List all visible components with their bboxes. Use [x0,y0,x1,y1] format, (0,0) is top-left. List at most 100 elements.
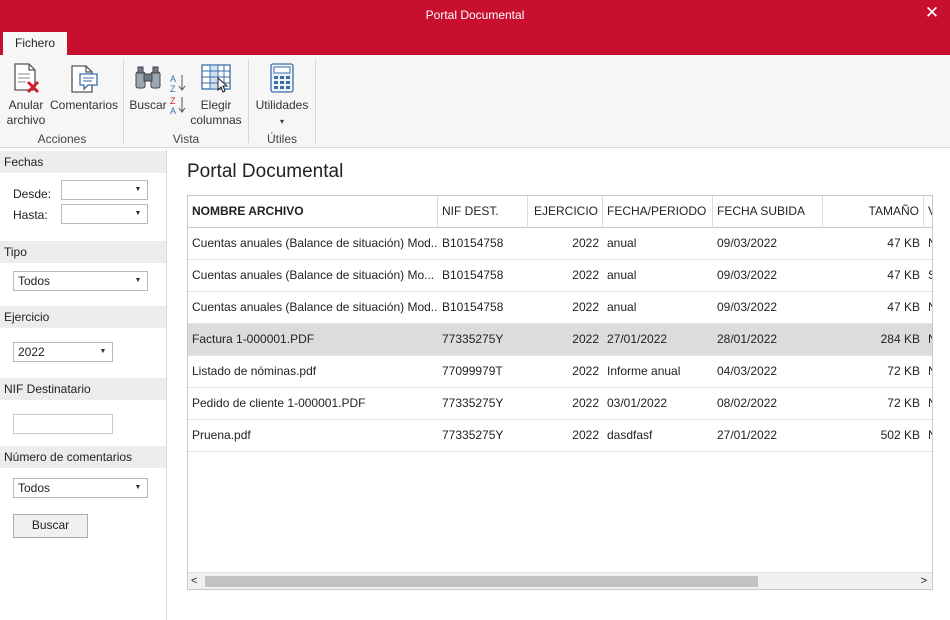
comentarios-button[interactable]: Comentarios [50,59,118,113]
binoculars-icon [135,66,161,89]
cell-v: N [924,292,932,323]
buscar-label: Buscar [129,98,167,112]
anular-archivo-button[interactable]: Anular archivo [4,59,48,128]
choose-columns-icon [201,64,231,93]
cell-fecha-periodo: anual [607,236,637,250]
table-row[interactable]: Listado de nóminas.pdf 77099979T 2022 In… [188,356,932,388]
hasta-date-picker[interactable]: ▼ [61,204,148,224]
column-header-v[interactable]: V [924,196,932,228]
cell-nif: 77335275Y [442,396,504,410]
cell-ejercicio: 2022 [572,300,599,314]
cell-nombre: Factura 1-000001.PDF [192,332,315,346]
window-title: Portal Documental [425,8,525,22]
cell-tamano: 47 KB [887,268,920,282]
cell-tamano: 284 KB [880,332,920,346]
chevron-down-icon[interactable]: ▼ [129,272,147,290]
tipo-value: Todos [18,274,51,288]
cell-nif: 77335275Y [442,428,504,442]
table-row[interactable]: Pruena.pdf 77335275Y 2022 dasdfasf 27/01… [188,420,932,452]
cell-nif: B10154758 [442,268,504,282]
elegir-label-2: columnas [190,113,242,127]
tipo-header: Tipo [0,241,166,263]
anular-label-1: Anular [8,98,44,112]
cancel-document-icon [14,63,40,94]
cell-fecha-subida: 09/03/2022 [717,236,778,250]
cell-nombre: Cuentas anuales (Balance de situación) M… [192,268,435,282]
tab-fichero[interactable]: Fichero [3,32,67,55]
cell-tamano: 72 KB [887,364,920,378]
cell-fecha-subida: 04/03/2022 [717,364,778,378]
cell-ejercicio: 2022 [572,268,599,282]
buscar-button[interactable]: Buscar [128,59,168,113]
column-header-nombre[interactable]: NOMBRE ARCHIVO [188,196,438,228]
cell-fecha-subida: 08/02/2022 [717,396,778,410]
table-row[interactable]: Cuentas anuales (Balance de situación) M… [188,228,932,260]
cell-ejercicio: 2022 [572,428,599,442]
title-bar: Portal Documental ✕ [0,0,950,31]
chevron-down-icon[interactable]: ▼ [94,343,112,361]
close-icon[interactable]: ✕ [922,3,942,23]
table-row-selected[interactable]: Factura 1-000001.PDF 77335275Y 2022 27/0… [188,324,932,356]
nif-header: NIF Destinatario [0,378,166,400]
cell-nombre: Cuentas anuales (Balance de situación) M… [192,300,438,314]
column-header-fecha-subida[interactable]: FECHA SUBIDA [713,196,823,228]
desde-date-picker[interactable]: ▼ [61,180,148,200]
column-header-ejercicio[interactable]: EJERCICIO [528,196,603,228]
ejercicio-value: 2022 [18,345,45,359]
cell-nif: 77335275Y [442,332,504,346]
horizontal-scrollbar[interactable]: < > [188,572,932,589]
anular-label-2: archivo [6,113,46,127]
cell-ejercicio: 2022 [572,396,599,410]
cell-nombre: Cuentas anuales (Balance de situación) M… [192,236,438,250]
documents-table[interactable]: NOMBRE ARCHIVO NIF DEST. EJERCICIO FECHA… [187,195,933,590]
cell-ejercicio: 2022 [572,332,599,346]
buscar-filter-button[interactable]: Buscar [13,514,88,538]
elegir-label-1: Elegir [200,98,232,112]
cell-v: N [924,324,932,355]
chevron-down-icon[interactable]: ▼ [129,479,147,497]
scrollbar-thumb[interactable] [205,576,758,587]
table-row[interactable]: Cuentas anuales (Balance de situación) M… [188,260,932,292]
table-row[interactable]: Pedido de cliente 1-000001.PDF 77335275Y… [188,388,932,420]
cell-v: N [924,356,932,387]
filter-panel: Fechas Desde: ▼ Hasta: ▼ Tipo Todos ▼ Ej… [0,149,167,620]
scroll-right-icon[interactable]: > [921,573,927,589]
page-title: Portal Documental [187,161,344,182]
cell-nif: 77099979T [442,364,503,378]
sort-descending-icon[interactable]: Z A [170,95,188,115]
table-row[interactable]: Cuentas anuales (Balance de situación) M… [188,292,932,324]
column-header-nif[interactable]: NIF DEST. [438,196,528,228]
cell-fecha-periodo: anual [607,300,637,314]
calculator-icon [270,63,294,93]
column-header-fecha-periodo[interactable]: FECHA/PERIODO [603,196,713,228]
cell-fecha-subida: 09/03/2022 [717,268,778,282]
group-label-acciones: Acciones [37,132,87,146]
utilidades-button[interactable]: Utilidades ▾ [254,59,310,129]
comentarios-select[interactable]: Todos ▼ [13,478,148,498]
svg-text:A: A [170,106,176,115]
svg-text:Z: Z [170,84,176,93]
chevron-down-icon[interactable]: ▼ [129,181,147,199]
chevron-down-icon[interactable]: ▼ [129,205,147,223]
scroll-left-icon[interactable]: < [191,573,197,589]
cell-v: N [924,388,932,419]
group-separator [248,59,249,143]
tipo-select[interactable]: Todos ▼ [13,271,148,291]
cell-nif: B10154758 [442,300,504,314]
chevron-down-icon: ▾ [279,117,284,126]
cell-ejercicio: 2022 [572,236,599,250]
ejercicio-select[interactable]: 2022 ▼ [13,342,113,362]
sort-ascending-icon[interactable]: A Z [170,73,188,93]
cell-fecha-periodo: 03/01/2022 [607,396,668,410]
column-header-tamano[interactable]: TAMAÑO [823,196,924,228]
nif-input[interactable] [13,414,113,434]
comment-document-icon [71,65,98,93]
cell-nombre: Listado de nóminas.pdf [192,364,317,378]
elegir-columnas-button[interactable]: Elegir columnas [190,59,242,128]
cell-tamano: 502 KB [880,428,920,442]
cell-fecha-subida: 28/01/2022 [717,332,778,346]
group-label-vista: Vista [172,132,200,146]
table-header: NOMBRE ARCHIVO NIF DEST. EJERCICIO FECHA… [188,196,932,228]
group-separator [315,59,316,143]
cell-tamano: 72 KB [887,396,920,410]
